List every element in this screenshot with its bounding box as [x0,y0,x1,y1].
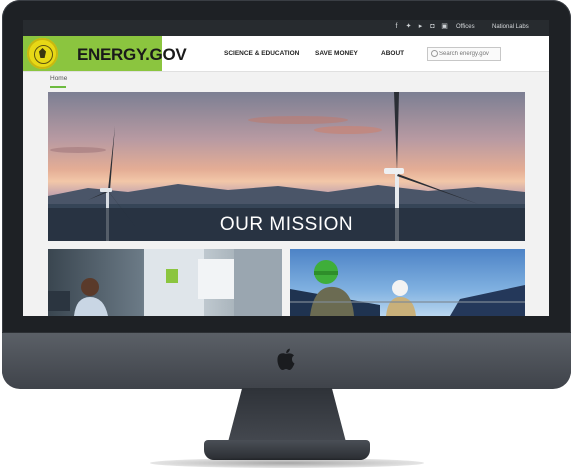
lab-photo-image [48,249,282,316]
solar-photo-image [290,260,525,316]
facebook-icon[interactable]: f [393,23,400,30]
hero-banner[interactable]: OUR MISSION [48,92,525,241]
site-name: ENERGY.GOV [77,45,187,64]
feature-card-solar[interactable] [290,249,525,316]
national-labs-link[interactable]: National Labs [492,24,529,30]
browser-screen: f ✦ ▸ ◘ ▣ Offices National Labs ENERGY.G… [23,20,549,316]
nav-science-education[interactable]: SCIENCE & EDUCATION [224,50,299,57]
monitor-foot [204,440,370,460]
linkedin-icon[interactable]: ▣ [441,23,448,30]
twitter-icon[interactable]: ✦ [405,23,412,30]
offices-link[interactable]: Offices [456,24,475,30]
apple-logo-icon [277,348,295,370]
logo-block[interactable]: ENERGY.GOV [23,36,187,71]
feature-card-lab[interactable] [48,249,282,316]
nav-save-money[interactable]: SAVE MONEY [315,50,358,57]
monitor-shadow [150,458,424,468]
search-input[interactable] [439,48,497,60]
breadcrumb-underline [50,86,66,88]
instagram-icon[interactable]: ◘ [429,23,436,30]
doe-seal-icon [27,38,58,69]
search-box[interactable] [427,47,501,61]
social-links: f ✦ ▸ ◘ ▣ [393,23,448,30]
hero-title: OUR MISSION [219,214,354,235]
site-header: ENERGY.GOV SCIENCE & EDUCATION SAVE MONE… [23,36,549,72]
youtube-icon[interactable]: ▸ [417,23,424,30]
utility-bar: f ✦ ▸ ◘ ▣ Offices National Labs [23,20,549,36]
search-icon [431,50,438,57]
nav-about[interactable]: ABOUT [381,50,404,57]
monitor-stand [228,388,346,442]
breadcrumb-home[interactable]: Home [50,75,67,82]
